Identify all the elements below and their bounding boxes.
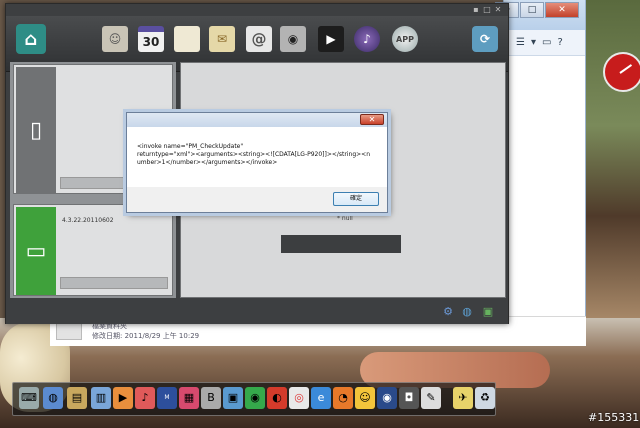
close-button[interactable]: ✕ [545,2,579,18]
help-icon[interactable]: ? [557,37,562,48]
ie-icon[interactable]: e [311,387,331,409]
close-button[interactable]: ✕ [494,6,502,14]
dropdown-arrow-icon[interactable]: ▾ [531,37,536,48]
sync-icon[interactable]: ⟳ [472,26,498,52]
firefox-icon[interactable]: ◔ [333,387,353,409]
camera-icon[interactable]: ◉ [280,26,306,52]
chrome-icon[interactable]: ◎ [289,387,309,409]
laptop-icon: ▭ [16,207,56,295]
recycle-bin-icon[interactable]: ♻ [475,387,495,409]
settings-gear-icon[interactable]: ⚙ [442,306,454,318]
phone-icon: ▯ [16,67,56,193]
message-line: umber>1</number></arguments></invoke> [137,159,278,166]
files-icon[interactable]: ▣ [223,387,243,409]
device-button[interactable] [60,277,168,289]
dock-bar: ⌨ ◍ ▤ ▥ ▶ ♪ M ▦ B ▣ ◉ ◐ ◎ e ◔ ☺ ◉ ◘ ✎ ✈ … [12,382,496,416]
dictionary-icon[interactable]: B [201,387,221,409]
dialog-message: <invoke name="PM_CheckUpdate" returntype… [127,127,387,187]
video-icon[interactable]: ▶ [318,26,344,52]
email-icon[interactable]: @ [246,26,272,52]
message-line: <invoke name="PM_CheckUpdate" [137,143,244,150]
calendar-icon[interactable]: 30 [138,26,164,52]
app-titlebar[interactable]: ▪ □ ✕ [6,4,508,16]
plane-icon[interactable]: ✈ [453,387,473,409]
desktop-clock-gadget [600,42,640,96]
network-icon[interactable]: ◍ [43,387,63,409]
eye-app-icon[interactable]: ◉ [377,387,397,409]
details-modified: 修改日期: 2011/8/29 上午 10:29 [92,332,200,340]
home-icon[interactable]: ⌂ [16,24,46,54]
camera-app-icon[interactable]: ◘ [399,387,419,409]
gallery-icon[interactable]: ▦ [179,387,199,409]
device-item-pc[interactable]: ▭ 4.3.22.20110602 [13,204,173,296]
app-manager-icon[interactable]: APP [392,26,418,52]
contacts-icon[interactable]: ☺ [102,26,128,52]
globe-icon[interactable]: ◍ [461,306,473,318]
view-icon[interactable]: ☰ [516,37,525,48]
dialog-titlebar[interactable]: ✕ [127,113,387,127]
dialog-footer: 確定 [127,187,387,213]
media-player-icon[interactable]: ▶ [113,387,133,409]
app-statusbar: ⚙ ◍ ▣ [6,302,508,324]
maximize-button[interactable]: □ [520,2,544,18]
message-line: returntype="xml"><arguments><string><![C… [137,151,371,158]
tools-icon[interactable]: ✎ [421,387,441,409]
computer-icon[interactable]: ⌨ [19,387,39,409]
exit-icon[interactable]: ▣ [482,306,494,318]
app-icon[interactable]: M [157,387,177,409]
action-button[interactable] [281,235,401,253]
eye-icon[interactable]: ◉ [245,387,265,409]
maximize-button[interactable]: □ [483,6,491,14]
dialog-close-button[interactable]: ✕ [360,114,384,125]
pane-icon[interactable]: ▭ [542,37,551,48]
minimize-button[interactable]: ▪ [472,6,480,14]
ok-button[interactable]: 確定 [333,192,379,206]
folder-icon[interactable]: ▤ [67,387,87,409]
device-version: 4.3.22.20110602 [62,217,114,224]
watermark-text: #155331 [588,411,640,424]
music-app-icon[interactable]: ♪ [135,387,155,409]
documents-icon[interactable]: ▥ [91,387,111,409]
status-text: * null [337,215,353,222]
chat-icon[interactable]: ☺ [355,387,375,409]
message-dialog: ✕ <invoke name="PM_CheckUpdate" returnty… [126,112,388,213]
explorer-window[interactable]: ─ □ ✕ ☰ ▾ ▭ ? [495,0,586,345]
memo-icon[interactable] [174,26,200,52]
game-icon[interactable]: ◐ [267,387,287,409]
message-icon[interactable]: ✉ [209,26,235,52]
music-icon[interactable]: ♪ [354,26,380,52]
explorer-titlebar[interactable]: ─ □ ✕ [495,0,585,30]
explorer-toolbar: ☰ ▾ ▭ ? [504,30,585,56]
